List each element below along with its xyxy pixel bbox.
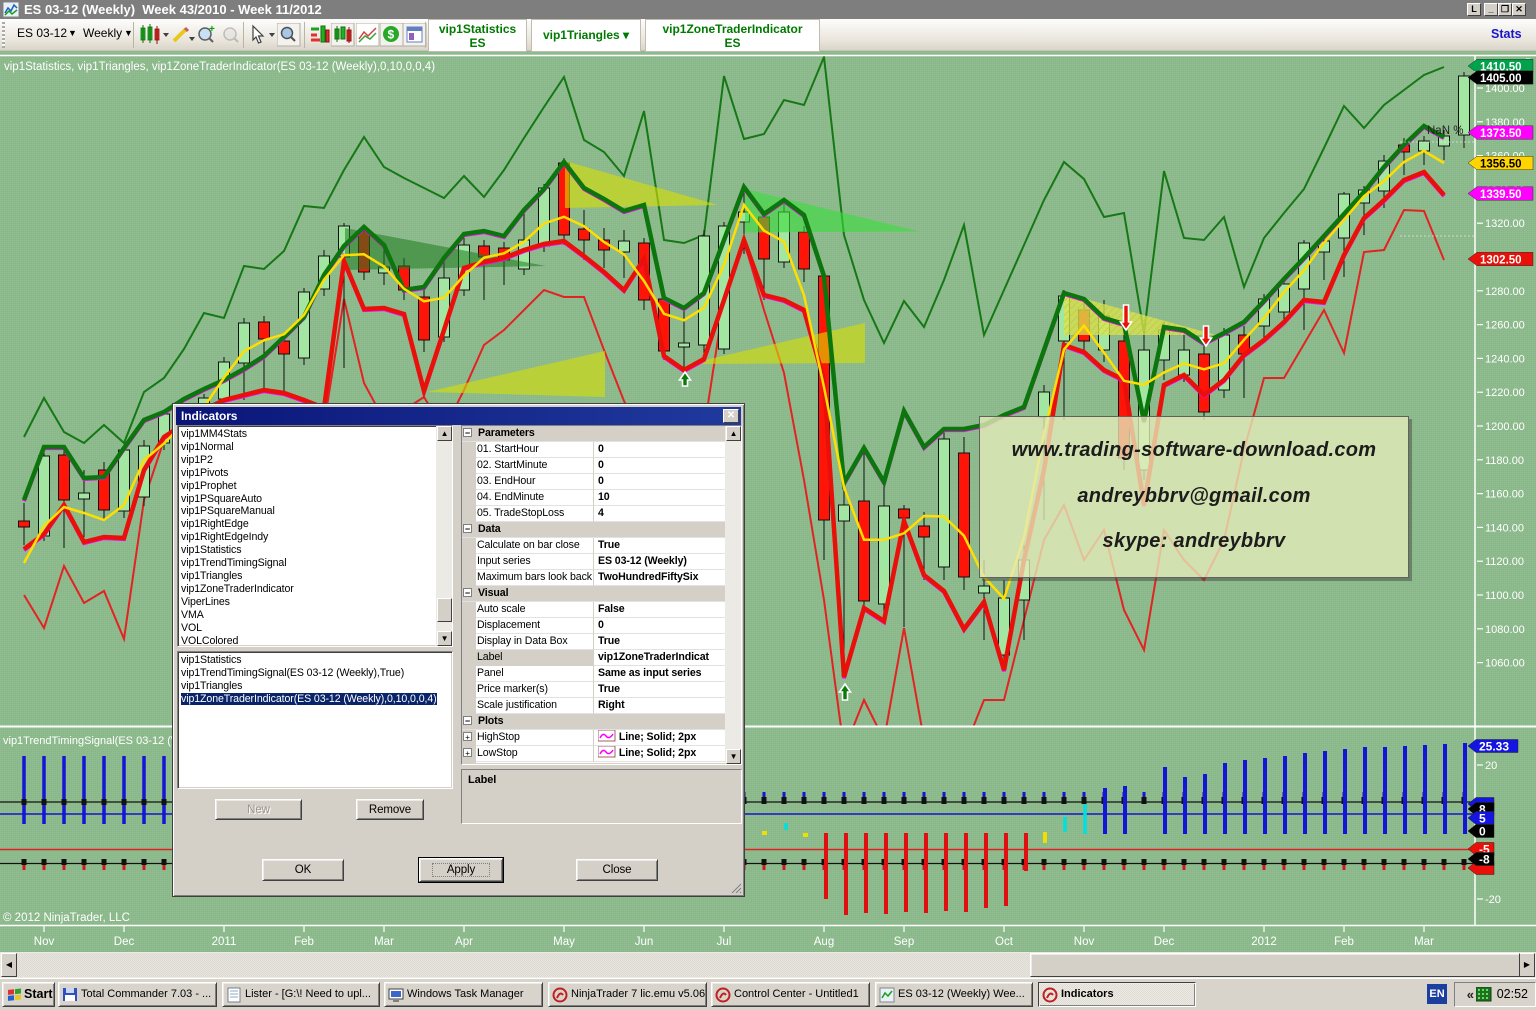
svg-text:Nov: Nov [1074, 936, 1095, 948]
svg-text:Apr: Apr [455, 936, 473, 948]
svg-text:5: 5 [1479, 812, 1486, 826]
svg-text:Jul: Jul [717, 936, 732, 948]
svg-text:Nov: Nov [34, 936, 55, 948]
svg-text:1405.00: 1405.00 [1480, 73, 1522, 85]
svg-text:1220.00: 1220.00 [1485, 387, 1525, 399]
svg-text:1260.00: 1260.00 [1485, 320, 1525, 332]
svg-text:Sep: Sep [894, 936, 914, 948]
svg-text:2011: 2011 [212, 936, 237, 948]
svg-text:Dec: Dec [1154, 936, 1175, 948]
svg-text:Aug: Aug [814, 936, 834, 948]
svg-text:1140.00: 1140.00 [1485, 522, 1524, 534]
svg-text:1302.50: 1302.50 [1480, 255, 1522, 267]
svg-text:1373.50: 1373.50 [1480, 128, 1522, 140]
svg-text:Feb: Feb [294, 936, 314, 948]
svg-text:0: 0 [1479, 825, 1486, 839]
svg-text:1280.00: 1280.00 [1485, 286, 1525, 298]
svg-text:Mar: Mar [1414, 936, 1434, 948]
svg-text:vip1TrendTimingSignal(ES 03-12: vip1TrendTimingSignal(ES 03-12 (W [3, 735, 182, 747]
svg-text:NaN %: NaN % [1427, 125, 1463, 137]
svg-text:1200.00: 1200.00 [1485, 421, 1525, 433]
svg-text:1080.00: 1080.00 [1485, 624, 1525, 636]
svg-text:20: 20 [1485, 760, 1497, 772]
svg-text:2012: 2012 [1251, 936, 1277, 948]
svg-text:1120.00: 1120.00 [1485, 556, 1524, 568]
svg-text:-8: -8 [1479, 853, 1490, 867]
svg-text:Dec: Dec [114, 936, 135, 948]
svg-text:$: $ [388, 28, 395, 42]
svg-text:1180.00: 1180.00 [1485, 455, 1524, 467]
svg-text:May: May [553, 936, 575, 948]
svg-text:1320.00: 1320.00 [1485, 218, 1525, 230]
svg-text:Jun: Jun [635, 936, 654, 948]
svg-text:Mar: Mar [374, 936, 394, 948]
svg-text:1100.00: 1100.00 [1485, 590, 1524, 602]
svg-text:1356.50: 1356.50 [1480, 159, 1522, 171]
svg-text:+: + [209, 24, 215, 35]
svg-text:Feb: Feb [1334, 936, 1354, 948]
svg-text:-20: -20 [1485, 894, 1501, 906]
svg-text:vip1Statistics, vip1Triangles,: vip1Statistics, vip1Triangles, vip1ZoneT… [4, 61, 435, 73]
svg-text:25.33: 25.33 [1479, 740, 1509, 754]
svg-text:1339.50: 1339.50 [1480, 189, 1522, 201]
svg-text:1160.00: 1160.00 [1485, 489, 1524, 501]
svg-text:1060.00: 1060.00 [1485, 658, 1525, 670]
svg-text:Oct: Oct [995, 936, 1014, 948]
svg-text:© 2012 NinjaTrader, LLC: © 2012 NinjaTrader, LLC [3, 912, 130, 924]
svg-text:1240.00: 1240.00 [1485, 353, 1525, 365]
